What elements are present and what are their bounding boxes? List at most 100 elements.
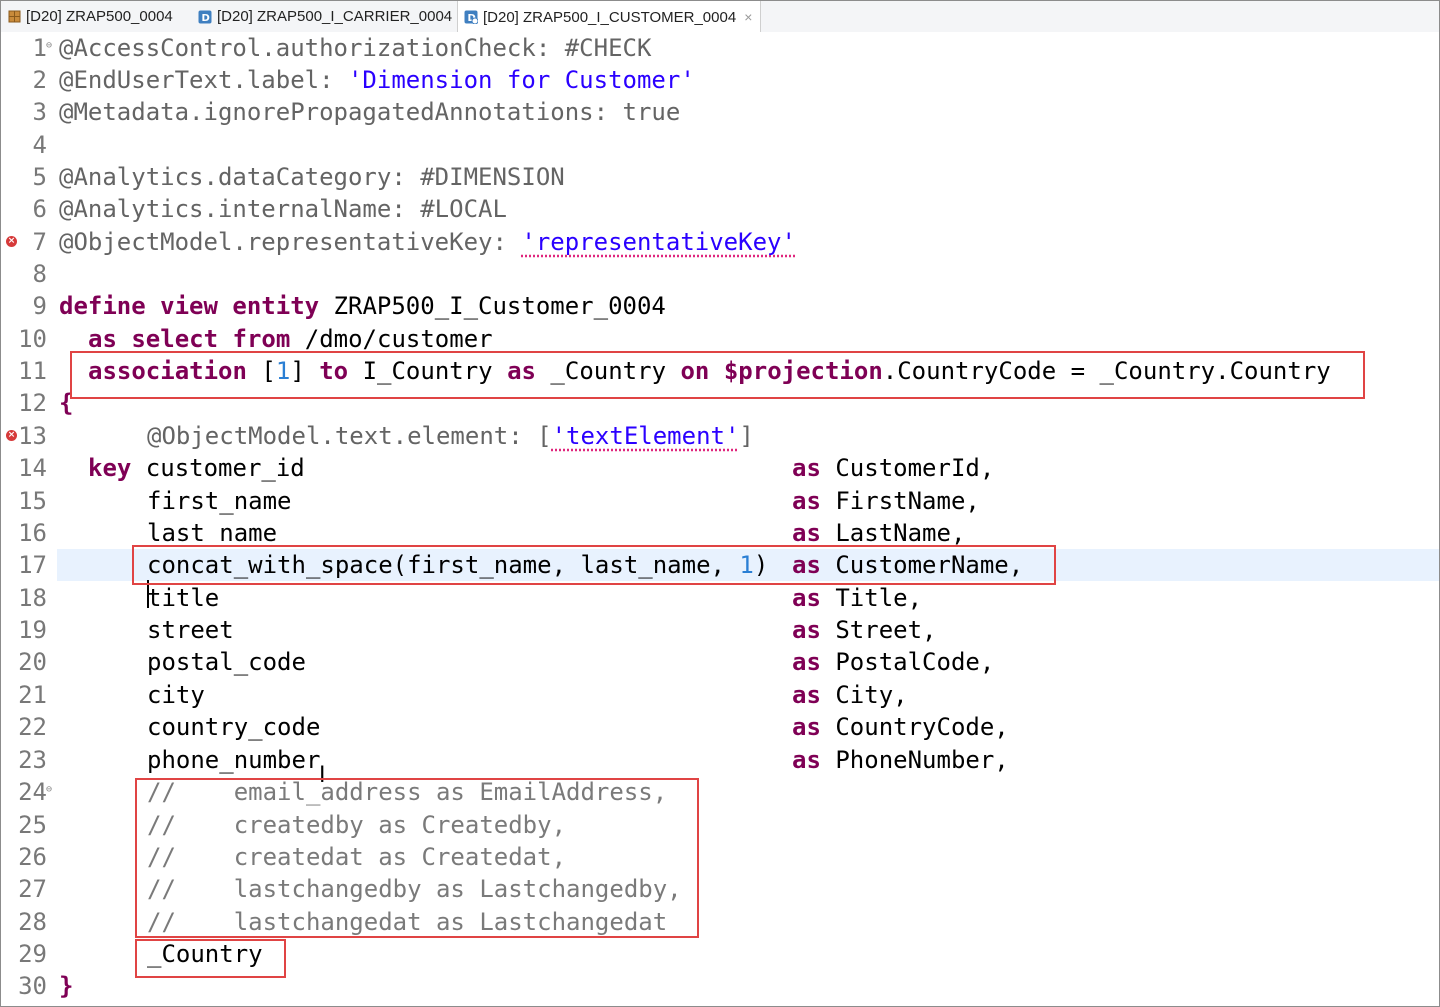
code-alias: as Title, — [792, 584, 923, 612]
code-alias: as PhoneNumber, — [792, 746, 1009, 774]
code-line: 1 ⊖ @AccessControl.authorizationCheck: #… — [1, 32, 1439, 64]
code-line: × 13 @ObjectModel.text.element: ['textEl… — [1, 420, 1439, 452]
line-number: 4 — [32, 131, 47, 159]
code-text: country_code — [147, 713, 321, 741]
code-line: 11 association [1] to I_Country as _Coun… — [1, 355, 1439, 387]
package-icon — [7, 10, 21, 24]
code-text: key customer_id — [88, 454, 305, 482]
code-line: × 7 @ObjectModel.representativeKey: 'rep… — [1, 226, 1439, 258]
line-number: 7 — [32, 228, 47, 256]
code-line: 4 — [1, 129, 1439, 161]
code-text: first_name — [147, 487, 292, 515]
code-editor[interactable]: 1 ⊖ @AccessControl.authorizationCheck: #… — [1, 32, 1439, 1006]
editor-tab-bar: [D20] ZRAP500_0004 D [D20] ZRAP500_I_CAR… — [1, 1, 1439, 33]
code-text: postal_code — [147, 648, 306, 676]
code-line: 28 // lastchangedat as Lastchangedat — [1, 906, 1439, 938]
code-text: { — [59, 389, 74, 417]
fold-collapse-icon[interactable]: ⊖ — [46, 41, 52, 51]
line-number: 3 — [32, 98, 47, 126]
code-line: 9 define view entity ZRAP500_I_Customer_… — [1, 290, 1439, 322]
line-number: 17 — [18, 551, 47, 579]
code-text: _Country — [147, 940, 263, 968]
data-definition-edit-icon: D — [464, 10, 478, 24]
code-alias: as City, — [792, 681, 908, 709]
editor-window: [D20] ZRAP500_0004 D [D20] ZRAP500_I_CAR… — [0, 0, 1440, 1007]
code-text: last_name — [147, 519, 278, 547]
line-number: 14 — [18, 454, 47, 482]
code-line: 2 @EndUserText.label: 'Dimension for Cus… — [1, 64, 1439, 96]
code-text: city — [147, 681, 205, 709]
code-alias: as PostalCode, — [792, 648, 995, 676]
line-number: 30 — [18, 972, 47, 1000]
code-alias: as LastName, — [792, 519, 966, 547]
line-number: 23 — [18, 746, 47, 774]
code-text: @Analytics.internalName: #LOCAL — [59, 195, 507, 223]
code-line: 8 — [1, 258, 1439, 290]
code-alias: as CustomerName, — [792, 551, 1024, 579]
code-text: } — [59, 972, 74, 1000]
line-number: 2 — [32, 66, 47, 94]
line-number: 5 — [32, 163, 47, 191]
code-line: 6 @Analytics.internalName: #LOCAL — [1, 193, 1439, 225]
code-line: 25 // createdby as Createdby, — [1, 809, 1439, 841]
code-alias: as CountryCode, — [792, 713, 1009, 741]
code-line-current: 17 concat_with_space(first_name, last_na… — [1, 549, 1439, 581]
line-number: 15 — [18, 487, 47, 515]
line-number: 22 — [18, 713, 47, 741]
code-text: @EndUserText.label: 'Dimension for Custo… — [59, 66, 695, 94]
line-number: 16 — [18, 519, 47, 547]
code-text: define view entity ZRAP500_I_Customer_00… — [59, 292, 666, 320]
line-number: 8 — [32, 260, 47, 288]
code-alias: as CustomerId, — [792, 454, 995, 482]
line-number: 28 — [18, 908, 47, 936]
code-text: @Analytics.dataCategory: #DIMENSION — [59, 163, 565, 191]
line-number: 21 — [18, 681, 47, 709]
line-number: 12 — [18, 389, 47, 417]
line-number: 29 — [18, 940, 47, 968]
tab-zrap500-0004[interactable]: [D20] ZRAP500_0004 — [7, 1, 173, 32]
code-line: 5 @Analytics.dataCategory: #DIMENSION — [1, 161, 1439, 193]
code-text: phone_number — [147, 746, 321, 774]
code-line: 16 last_name as LastName, — [1, 517, 1439, 549]
line-number: 19 — [18, 616, 47, 644]
code-alias: as Street, — [792, 616, 937, 644]
line-number: 10 — [18, 325, 47, 353]
fold-collapse-icon[interactable]: ⊖ — [46, 785, 52, 795]
tab-zrap500-i-carrier-0004[interactable]: D [D20] ZRAP500_I_CARRIER_0004 — [198, 1, 452, 32]
code-text: association [1] to I_Country as _Country… — [88, 357, 1331, 385]
code-line: 23 phone_number as PhoneNumber, — [1, 744, 1439, 776]
line-number: 24 — [18, 778, 47, 806]
line-number: 18 — [18, 584, 47, 612]
code-line: 19 street as Street, — [1, 614, 1439, 646]
code-text: @ObjectModel.representativeKey: 'represe… — [59, 228, 796, 256]
line-number: 13 — [18, 422, 47, 450]
code-line: 27 // lastchangedby as Lastchangedby, — [1, 873, 1439, 905]
line-number: 11 — [18, 357, 47, 385]
code-line: 24 ⊖ // email_address as EmailAddress, — [1, 776, 1439, 808]
text-caret — [147, 580, 149, 608]
code-line: 15 first_name as FirstName, — [1, 485, 1439, 517]
code-line: 22 country_code as CountryCode, — [1, 711, 1439, 743]
code-line: 12 { — [1, 387, 1439, 419]
line-number: 25 — [18, 811, 47, 839]
data-definition-icon: D — [198, 10, 212, 24]
mouse-ibeam-cursor-icon: I — [319, 763, 326, 788]
code-comment: // createdat as Createdat, — [147, 843, 567, 871]
line-number: 27 — [18, 875, 47, 903]
code-text: title — [147, 584, 220, 612]
code-line: 29 _Country — [1, 938, 1439, 970]
code-text: street — [147, 616, 234, 644]
tab-zrap500-i-customer-0004[interactable]: D [D20] ZRAP500_I_CUSTOMER_0004 × — [457, 1, 762, 33]
code-comment: // createdby as Createdby, — [147, 811, 567, 839]
code-comment: // lastchangedat as Lastchangedat — [147, 908, 668, 936]
code-line: 3 @Metadata.ignorePropagatedAnnotations:… — [1, 96, 1439, 128]
line-number: 20 — [18, 648, 47, 676]
tab-label: [D20] ZRAP500_0004 — [26, 8, 173, 25]
code-line: 30 } — [1, 970, 1439, 1002]
code-text: @Metadata.ignorePropagatedAnnotations: t… — [59, 98, 681, 126]
code-text: @ObjectModel.text.element: ['textElement… — [147, 422, 754, 450]
tab-label: [D20] ZRAP500_I_CARRIER_0004 — [217, 8, 453, 25]
code-text: @AccessControl.authorizationCheck: #CHEC… — [59, 34, 652, 62]
code-line: 14 key customer_id as CustomerId, — [1, 452, 1439, 484]
close-icon[interactable]: × — [744, 9, 752, 25]
